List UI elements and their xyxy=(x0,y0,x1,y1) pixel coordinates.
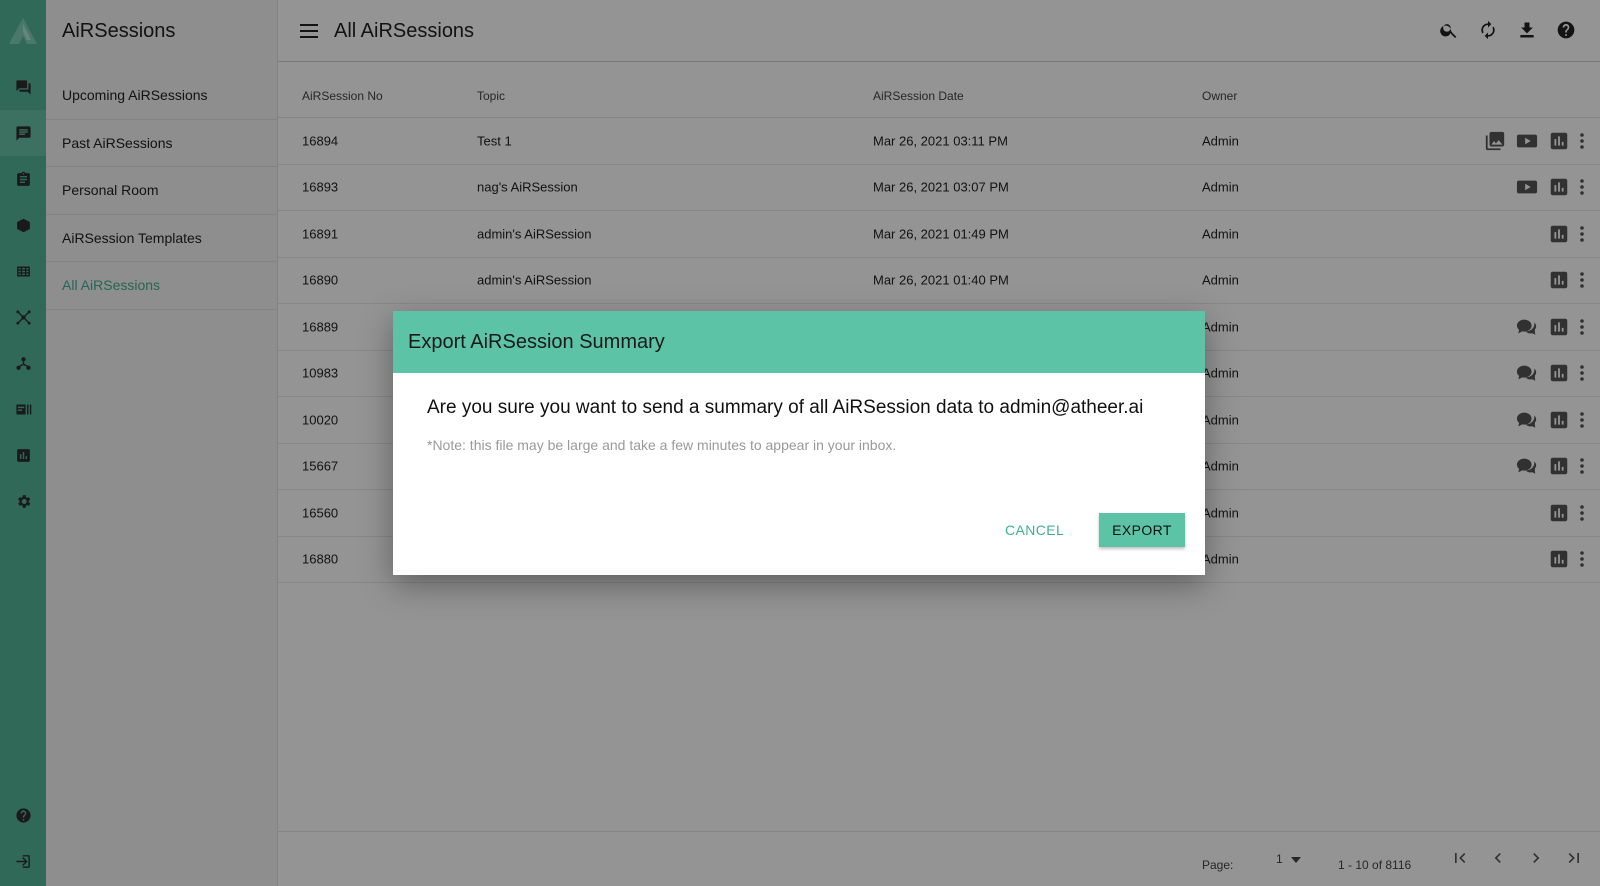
dialog-note: *Note: this file may be large and take a… xyxy=(427,437,897,453)
cancel-button[interactable]: CANCEL xyxy=(993,513,1076,547)
dialog-message: Are you sure you want to send a summary … xyxy=(427,397,1144,418)
export-dialog: Export AiRSession Summary Are you sure y… xyxy=(393,311,1205,575)
export-button[interactable]: EXPORT xyxy=(1099,513,1185,547)
dialog-title: Export AiRSession Summary xyxy=(393,311,1205,373)
